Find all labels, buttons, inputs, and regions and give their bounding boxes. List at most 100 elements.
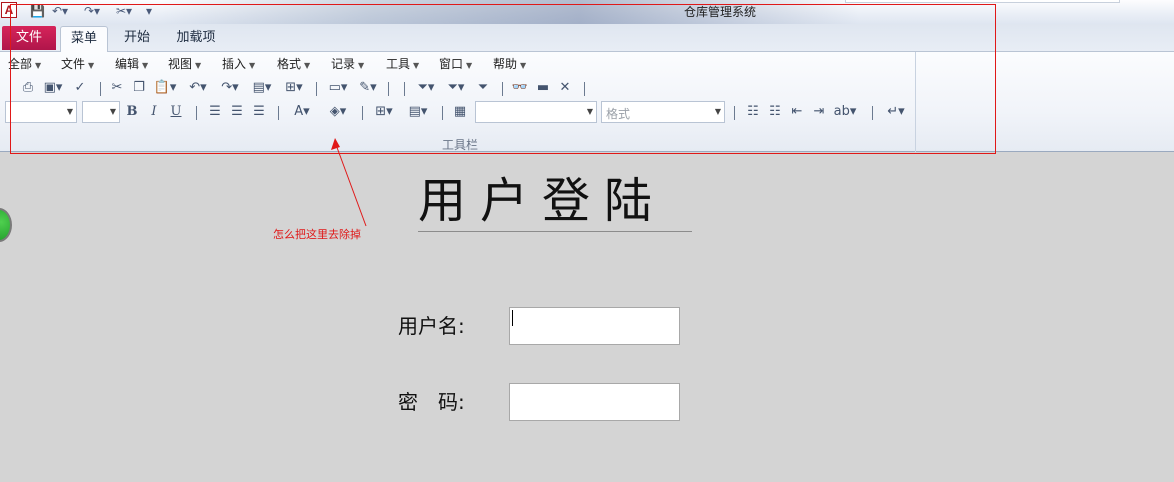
annotation-arrow [331,138,367,227]
font-name-combo[interactable]: ▼ [5,101,77,123]
highlight-icon[interactable]: ab▾ [830,103,860,121]
toolbar-separator [502,82,503,96]
toolbar-separator [362,106,363,120]
toolbar-separator [388,82,389,96]
fill-color-icon[interactable]: ◈▾ [322,103,354,121]
page-title: 用户登陆 [418,172,692,232]
font-color-icon[interactable]: A▾ [288,103,316,121]
menu-format[interactable]: 格式 ▼ [277,56,310,72]
spelling-icon[interactable]: ✓ [70,79,90,97]
password-input[interactable] [509,383,680,421]
chevron-down-icon: ▼ [520,61,527,70]
decrease-indent-icon[interactable]: ⇤ [788,103,806,121]
bold-button[interactable]: B [124,103,140,121]
italic-button[interactable]: I [146,103,162,121]
object-combo[interactable]: ▼ [475,101,597,123]
delete-record-icon[interactable]: ✕ [556,79,574,97]
chevron-down-icon: ▼ [35,61,42,70]
tab-add-ins[interactable]: 加载项 [168,26,224,52]
menu-view[interactable]: 视图 ▼ [168,56,201,72]
title-bar: A 💾 ↶▾ ↷▾ ✂▾ ▾ 仓库管理系统 [0,0,1174,24]
toolbar-separator [584,82,585,96]
menu-file[interactable]: 文件 ▼ [61,56,94,72]
tab-menu[interactable]: 菜单 [60,26,108,52]
align-right-icon[interactable]: ☰ [250,103,268,121]
copy-icon[interactable]: ❐ [130,79,148,97]
username-input[interactable] [509,307,680,345]
form-view-icon[interactable]: ▭▾ [324,79,352,97]
menu-edit[interactable]: 编辑 ▼ [115,56,148,72]
ribbon-group-divider [915,52,916,152]
redo-icon[interactable]: ↷▾ [84,3,100,19]
paragraph-direction-icon[interactable]: ↵▾ [882,103,910,121]
print-icon[interactable]: ⎙ [18,79,38,97]
find-icon[interactable]: 👓 [510,79,530,97]
menu-window[interactable]: 窗口 ▼ [439,56,472,72]
chevron-down-icon: ▼ [714,107,721,116]
toolbar-separator [100,82,101,96]
access-app-icon[interactable]: A [1,2,17,18]
window-title: 仓库管理系统 [683,5,756,19]
title-bar-search-strip [845,0,1120,3]
redo-icon[interactable]: ↷▾ [216,79,244,97]
menu-help-label: 帮助 [493,57,518,71]
new-record-icon[interactable]: ▬ [534,79,552,97]
format-combo[interactable]: 格式 ▼ [601,101,725,123]
chevron-down-icon: ▼ [413,61,420,70]
ribbon-tab-row: 文件 菜单 开始 加载项 [0,24,1174,52]
menu-file-label: 文件 [61,57,86,71]
tab-file[interactable]: 文件 [2,26,56,50]
menu-all[interactable]: 全部 ▼ [8,56,41,72]
toolbar-separator [442,106,443,120]
print-preview-icon[interactable]: ▣▾ [40,79,66,97]
filter-by-form-icon[interactable]: ⏷▾ [442,79,470,97]
chevron-down-icon: ▼ [466,61,473,70]
customize-qat-icon[interactable]: ▾ [146,3,152,19]
tab-home[interactable]: 开始 [114,26,160,52]
filter-by-selection-icon[interactable]: ⏷▾ [412,79,440,97]
menu-window-label: 窗口 [439,57,464,71]
chevron-down-icon: ▼ [586,107,593,116]
properties-icon[interactable]: ▦ [450,103,470,121]
toolbar-separator [10,82,11,96]
undo-icon[interactable]: ↶▾ [52,3,68,19]
toolbar-separator [316,82,317,96]
chevron-down-icon: ▼ [304,61,311,70]
design-view-icon[interactable]: ✎▾ [354,79,382,97]
username-label: 用户名: [398,314,465,338]
ribbon-group-label: 工具栏 [441,138,478,152]
menu-records-label: 记录 [331,57,356,71]
cut-icon[interactable]: ✂ [108,79,126,97]
menu-help[interactable]: 帮助 ▼ [493,56,526,72]
analyze-icon[interactable]: ⊞▾ [280,79,308,97]
toolbar-separator [404,82,405,96]
password-label: 密 码: [398,390,465,414]
cut-icon[interactable]: ✂▾ [116,3,132,19]
align-center-icon[interactable]: ☰ [228,103,246,121]
toolbar-separator [872,106,873,120]
alternate-row-color-icon[interactable]: ▤▾ [402,103,434,121]
annotation-note: 怎么把这里去除掉 [273,228,361,241]
save-icon[interactable]: 💾 [30,3,45,19]
chevron-down-icon: ▼ [66,107,73,116]
chevron-down-icon: ▼ [109,107,116,116]
bullets-icon[interactable]: ☷ [744,103,762,121]
filter-icon[interactable]: ⏷ [474,79,492,97]
menu-tools[interactable]: 工具 ▼ [386,56,419,72]
font-size-combo[interactable]: ▼ [82,101,120,123]
increase-indent-icon[interactable]: ⇥ [810,103,828,121]
toolbar-separator [196,106,197,120]
chevron-down-icon: ▼ [249,61,256,70]
align-left-icon[interactable]: ☰ [206,103,224,121]
chevron-down-icon: ▼ [142,61,149,70]
menu-insert[interactable]: 插入 ▼ [222,56,255,72]
menu-records[interactable]: 记录 ▼ [331,56,364,72]
menu-insert-label: 插入 [222,57,247,71]
underline-button[interactable]: U [168,103,184,121]
gridlines-icon[interactable]: ⊞▾ [370,103,398,121]
paste-icon[interactable]: 📋▾ [150,79,180,97]
numbering-icon[interactable]: ☷ [766,103,784,121]
office-links-icon[interactable]: ▤▾ [248,79,276,97]
undo-icon[interactable]: ↶▾ [184,79,212,97]
green-round-button[interactable] [0,208,12,242]
